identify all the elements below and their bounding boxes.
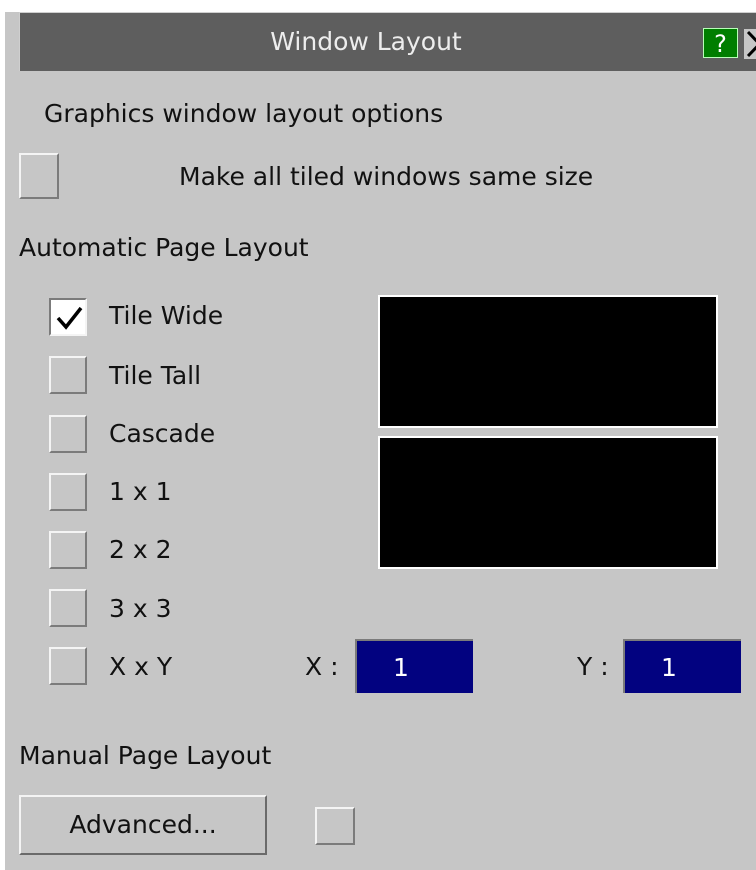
x-input[interactable]: 1 xyxy=(355,639,473,693)
tile-tall-checkbox[interactable] xyxy=(49,356,87,394)
layout-preview-top xyxy=(378,295,718,428)
layout-2x2-checkbox[interactable] xyxy=(49,531,87,569)
layout-3x3-label: 3 x 3 xyxy=(109,594,172,623)
manual-layout-heading: Manual Page Layout xyxy=(19,741,272,770)
layout-1x1-checkbox[interactable] xyxy=(49,473,87,511)
advanced-button[interactable]: Advanced... xyxy=(19,795,267,855)
tile-wide-checkbox[interactable] xyxy=(49,298,87,336)
subtitle: Graphics window layout options xyxy=(44,99,444,128)
checkmark-icon xyxy=(56,306,83,330)
close-button[interactable] xyxy=(744,29,756,59)
title-bar[interactable]: Window Layout ? xyxy=(19,12,756,71)
cascade-label: Cascade xyxy=(109,419,216,448)
cascade-checkbox[interactable] xyxy=(49,415,87,453)
automatic-layout-heading: Automatic Page Layout xyxy=(19,233,309,262)
close-icon xyxy=(746,30,756,58)
y-label: Y : xyxy=(577,652,609,681)
layout-preview-bottom xyxy=(378,436,718,569)
tile-wide-label: Tile Wide xyxy=(109,301,224,330)
layout-xy-label: X x Y xyxy=(109,652,173,681)
x-label: X : xyxy=(305,652,339,681)
tile-tall-label: Tile Tall xyxy=(109,361,202,390)
layout-3x3-checkbox[interactable] xyxy=(49,589,87,627)
manual-layout-checkbox[interactable] xyxy=(315,807,355,845)
window-layout-dialog: Window Layout ? Graphics window layout o… xyxy=(5,12,756,870)
help-button[interactable]: ? xyxy=(703,28,738,58)
same-size-checkbox[interactable] xyxy=(19,153,59,199)
dialog-title: Window Layout xyxy=(270,27,462,56)
layout-1x1-label: 1 x 1 xyxy=(109,477,172,506)
layout-2x2-label: 2 x 2 xyxy=(109,535,172,564)
layout-xy-checkbox[interactable] xyxy=(49,647,87,685)
same-size-label: Make all tiled windows same size xyxy=(179,162,594,191)
y-input[interactable]: 1 xyxy=(623,639,741,693)
